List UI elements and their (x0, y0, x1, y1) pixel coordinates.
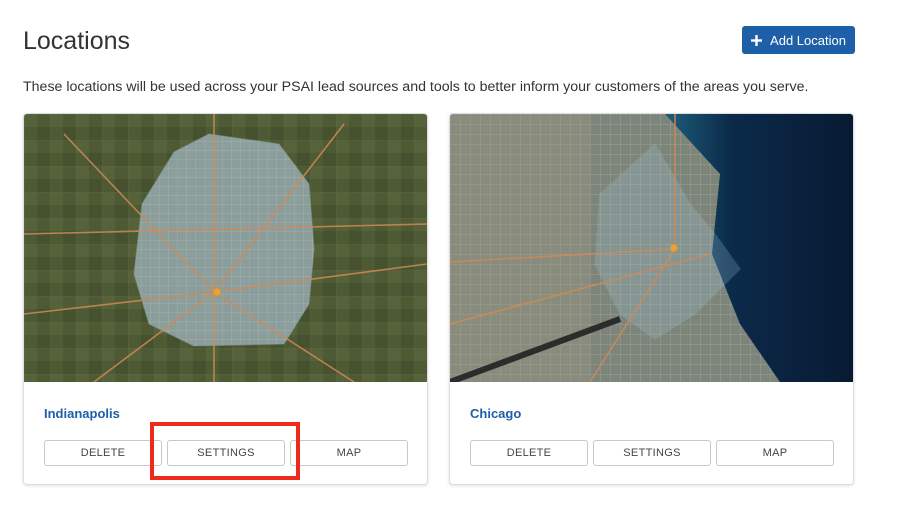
settings-button[interactable]: SETTINGS (593, 440, 711, 466)
location-card-indianapolis: Indianapolis DELETE SETTINGS MAP (23, 113, 428, 485)
map-button[interactable]: MAP (716, 440, 834, 466)
location-card-chicago: Chicago DELETE SETTINGS MAP (449, 113, 854, 485)
location-name-link[interactable]: Indianapolis (44, 406, 120, 421)
location-name-link[interactable]: Chicago (470, 406, 521, 421)
page-title: Locations (23, 27, 131, 55)
add-location-button[interactable]: Add Location (742, 26, 855, 54)
plus-icon (751, 34, 763, 46)
add-location-label: Add Location (770, 32, 846, 48)
delete-button[interactable]: DELETE (470, 440, 588, 466)
map-button[interactable]: MAP (290, 440, 408, 466)
delete-button[interactable]: DELETE (44, 440, 162, 466)
intro-text: These locations will be used across your… (23, 79, 809, 95)
location-map-thumbnail[interactable] (450, 114, 853, 382)
location-actions: DELETE SETTINGS MAP (470, 440, 834, 466)
map-pin-icon (670, 244, 678, 252)
location-map-thumbnail[interactable] (24, 114, 427, 382)
location-actions: DELETE SETTINGS MAP (44, 440, 408, 466)
settings-button[interactable]: SETTINGS (167, 440, 285, 466)
map-pin-icon (213, 288, 221, 296)
